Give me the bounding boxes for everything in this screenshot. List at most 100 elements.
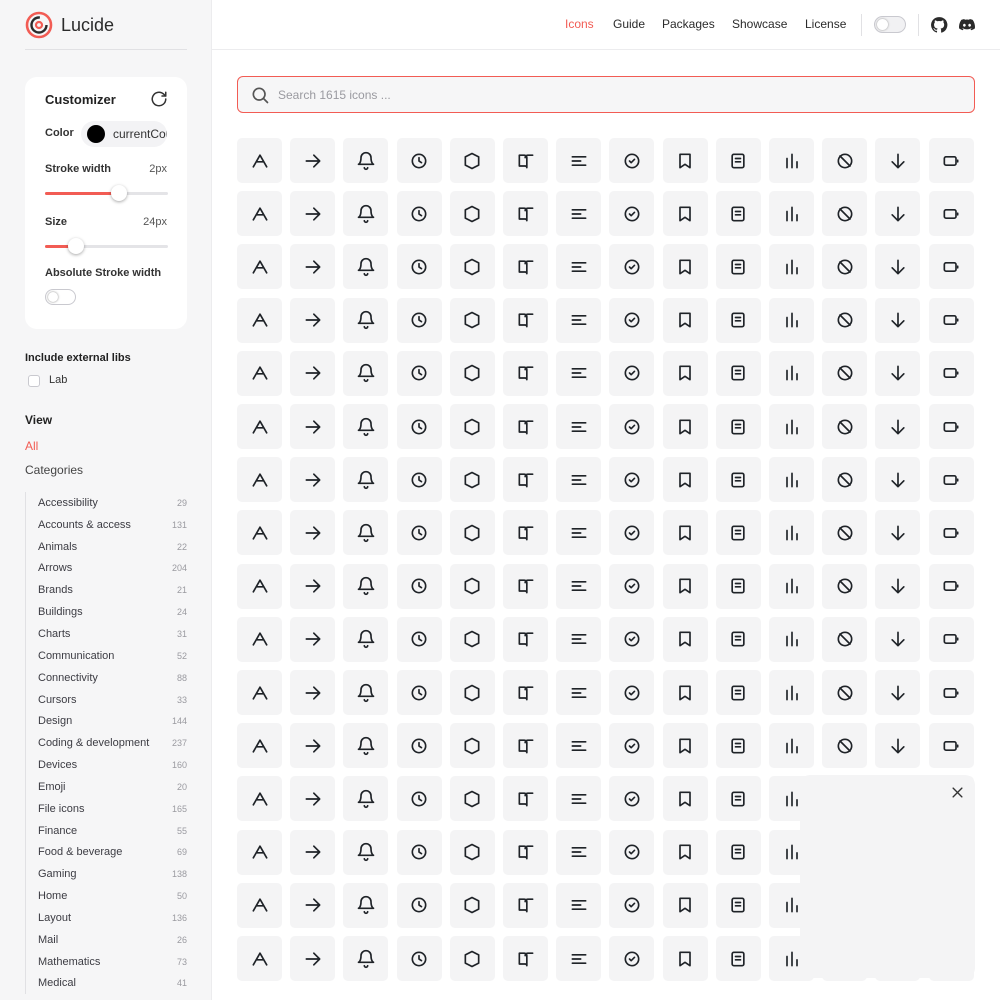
icon-tile[interactable]	[237, 457, 282, 503]
icon-tile[interactable]	[875, 138, 921, 183]
icon-tile[interactable]	[875, 244, 921, 290]
icon-tile[interactable]	[449, 138, 495, 183]
icon-tile[interactable]	[609, 350, 655, 396]
icon-tile[interactable]	[449, 563, 495, 609]
icon-tile[interactable]	[609, 457, 655, 503]
category-item[interactable]: Emoji 20	[26, 776, 187, 798]
icon-tile[interactable]	[609, 616, 655, 662]
icon-tile[interactable]	[662, 457, 708, 503]
icon-tile[interactable]	[556, 404, 602, 449]
icon-tile[interactable]	[343, 829, 389, 875]
icon-tile[interactable]	[875, 723, 921, 769]
icon-tile[interactable]	[237, 936, 282, 981]
icon-tile[interactable]	[237, 616, 282, 662]
category-item[interactable]: File icons 165	[26, 798, 187, 820]
icon-tile[interactable]	[822, 616, 868, 662]
icon-tile[interactable]	[875, 670, 921, 715]
close-icon[interactable]	[950, 785, 965, 800]
icon-tile[interactable]	[396, 616, 442, 662]
category-item[interactable]: Food & beverage 69	[26, 842, 187, 864]
icon-tile[interactable]	[662, 138, 708, 183]
category-item[interactable]: Accessibility 29	[26, 492, 187, 514]
icon-tile[interactable]	[928, 457, 974, 503]
icon-tile[interactable]	[503, 510, 548, 556]
icon-tile[interactable]	[662, 776, 708, 822]
icon-tile[interactable]	[449, 936, 495, 981]
icon-tile[interactable]	[556, 191, 602, 237]
icon-tile[interactable]	[396, 350, 442, 396]
icon-tile[interactable]	[396, 404, 442, 449]
icon-tile[interactable]	[822, 670, 868, 715]
icon-tile[interactable]	[449, 191, 495, 237]
icon-tile[interactable]	[715, 191, 761, 237]
icon-tile[interactable]	[396, 297, 442, 343]
icon-tile[interactable]	[290, 563, 336, 609]
category-item[interactable]: Accounts & access 131	[26, 514, 187, 536]
icon-tile[interactable]	[237, 244, 282, 290]
theme-toggle[interactable]	[874, 16, 906, 33]
icon-tile[interactable]	[503, 191, 548, 237]
icon-tile[interactable]	[503, 616, 548, 662]
icon-tile[interactable]	[875, 616, 921, 662]
icon-tile[interactable]	[396, 723, 442, 769]
icon-tile[interactable]	[715, 616, 761, 662]
category-item[interactable]: Communication 52	[26, 645, 187, 667]
icon-tile[interactable]	[875, 510, 921, 556]
category-item[interactable]: Design 144	[26, 710, 187, 732]
icon-tile[interactable]	[503, 350, 548, 396]
nav-icons[interactable]: Icons	[565, 17, 594, 31]
icon-tile[interactable]	[237, 350, 282, 396]
icon-tile[interactable]	[449, 457, 495, 503]
icon-tile[interactable]	[875, 297, 921, 343]
icon-tile[interactable]	[662, 191, 708, 237]
icon-tile[interactable]	[769, 723, 814, 769]
icon-tile[interactable]	[237, 138, 282, 183]
brand[interactable]: Lucide	[25, 10, 114, 40]
icon-tile[interactable]	[662, 563, 708, 609]
icon-tile[interactable]	[662, 297, 708, 343]
icon-tile[interactable]	[609, 510, 655, 556]
icon-tile[interactable]	[609, 936, 655, 981]
icon-tile[interactable]	[556, 297, 602, 343]
icon-tile[interactable]	[715, 457, 761, 503]
icon-tile[interactable]	[503, 776, 548, 822]
icon-tile[interactable]	[822, 244, 868, 290]
category-item[interactable]: Finance 55	[26, 820, 187, 842]
icon-tile[interactable]	[449, 404, 495, 449]
icon-tile[interactable]	[503, 457, 548, 503]
size-slider[interactable]	[45, 238, 168, 254]
category-item[interactable]: Medical 41	[26, 973, 187, 995]
icon-tile[interactable]	[290, 829, 336, 875]
icon-tile[interactable]	[928, 723, 974, 769]
nav-license[interactable]: License	[805, 17, 846, 31]
category-item[interactable]: Mail 26	[26, 929, 187, 951]
icon-tile[interactable]	[662, 616, 708, 662]
stroke-width-slider-thumb[interactable]	[110, 185, 127, 201]
icon-tile[interactable]	[822, 563, 868, 609]
icon-tile[interactable]	[822, 350, 868, 396]
icon-search[interactable]	[237, 76, 975, 113]
view-all-link[interactable]: All	[25, 439, 38, 453]
icon-tile[interactable]	[290, 191, 336, 237]
icon-tile[interactable]	[556, 563, 602, 609]
icon-tile[interactable]	[396, 510, 442, 556]
category-item[interactable]: Mathematics 73	[26, 951, 187, 973]
color-swatch[interactable]	[87, 125, 105, 143]
icon-tile[interactable]	[769, 670, 814, 715]
icon-tile[interactable]	[875, 457, 921, 503]
icon-tile[interactable]	[715, 350, 761, 396]
icon-tile[interactable]	[769, 404, 814, 449]
icon-tile[interactable]	[290, 723, 336, 769]
icon-tile[interactable]	[237, 723, 282, 769]
icon-tile[interactable]	[396, 244, 442, 290]
stroke-width-slider[interactable]	[45, 185, 168, 201]
icon-tile[interactable]	[556, 882, 602, 928]
category-item[interactable]: Brands 21	[26, 579, 187, 601]
icon-tile[interactable]	[928, 670, 974, 715]
icon-tile[interactable]	[343, 936, 389, 981]
icon-tile[interactable]	[290, 244, 336, 290]
icon-tile[interactable]	[715, 510, 761, 556]
color-picker[interactable]: currentColor	[81, 121, 167, 147]
category-item[interactable]: Arrows 204	[26, 558, 187, 580]
icon-tile[interactable]	[290, 297, 336, 343]
